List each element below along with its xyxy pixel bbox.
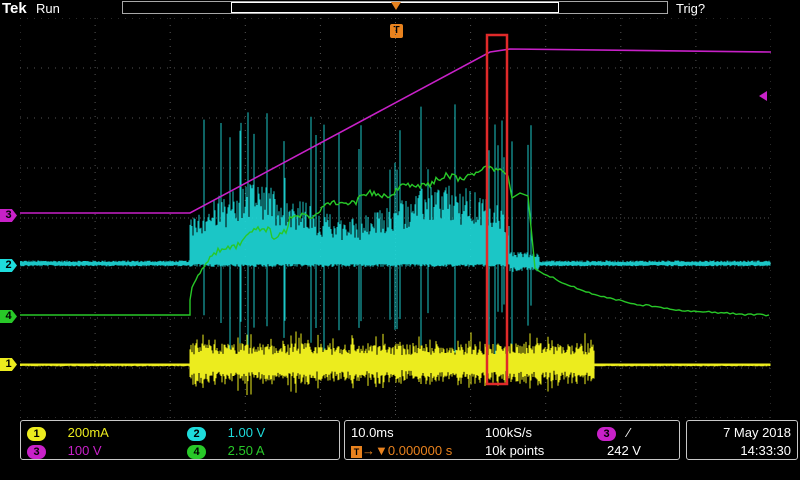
ch1-scale: 200mA	[67, 425, 109, 440]
trigger-delay: 0.000000 s	[387, 443, 453, 458]
ch4-marker-label: 4	[5, 310, 12, 322]
brand-logo: Tek	[2, 0, 27, 17]
trigger-position-pointer-icon	[391, 2, 401, 10]
trigger-source-badge: 3	[597, 427, 616, 441]
ch4-ground-marker[interactable]: 4	[0, 310, 17, 323]
waveform-display	[20, 18, 771, 418]
channel-scale-panel[interactable]: 1 200mA 2 1.00 V 3 100 V 4 2.50 A	[20, 420, 340, 460]
datetime-panel[interactable]: 7 May 2018 14:33:30	[686, 420, 798, 460]
ch1-trace	[20, 331, 771, 395]
ch2-readout[interactable]: 2 1.00 V	[187, 425, 265, 441]
date: 7 May 2018	[723, 425, 791, 440]
sample-rate: 100kS/s	[485, 425, 532, 440]
trigger-delay-icon: T	[351, 445, 362, 458]
ch1-readout[interactable]: 1 200mA	[27, 425, 109, 441]
rising-edge-icon: ∕	[627, 425, 630, 440]
ch1-badge: 1	[27, 427, 46, 441]
trigger-delay-readout: T →▼0.000000 s	[351, 443, 452, 458]
ch2-badge: 2	[187, 427, 206, 441]
ch3-ground-marker[interactable]: 3	[0, 209, 17, 222]
trigger-status: Trig?	[676, 1, 706, 16]
readout-bar: 1 200mA 2 1.00 V 3 100 V 4 2.50 A 10.0ms…	[0, 418, 800, 480]
ch1-ground-marker[interactable]: 1	[0, 358, 17, 371]
trigger-source-readout: 3 ∕	[597, 425, 630, 441]
waveform-canvas	[20, 18, 771, 418]
ch3-badge: 3	[27, 445, 46, 459]
ch3-marker-label: 3	[5, 209, 12, 221]
ch4-scale: 2.50 A	[227, 443, 265, 458]
ch2-marker-label: 2	[5, 259, 12, 271]
ch3-readout[interactable]: 3 100 V	[27, 443, 102, 459]
horizontal-trigger-panel[interactable]: 10.0ms 100kS/s T →▼0.000000 s 10k points …	[344, 420, 680, 460]
trigger-level: 242 V	[607, 443, 641, 458]
delay-arrow-icon: →▼	[362, 443, 388, 458]
record-length: 10k points	[485, 443, 545, 458]
time-per-div: 10.0ms	[351, 425, 394, 440]
ch4-readout[interactable]: 4 2.50 A	[187, 443, 265, 459]
ch1-marker-label: 1	[5, 358, 12, 370]
trigger-level-marker-icon[interactable]	[759, 91, 767, 101]
ch2-scale: 1.00 V	[227, 425, 266, 440]
ch2-ground-marker[interactable]: 2	[0, 259, 17, 272]
status-bar: Tek Run Trig?	[0, 0, 800, 18]
ch3-scale: 100 V	[67, 443, 102, 458]
ch4-badge: 4	[187, 445, 206, 459]
time: 14:33:30	[740, 443, 791, 458]
acquisition-state: Run	[36, 1, 60, 16]
